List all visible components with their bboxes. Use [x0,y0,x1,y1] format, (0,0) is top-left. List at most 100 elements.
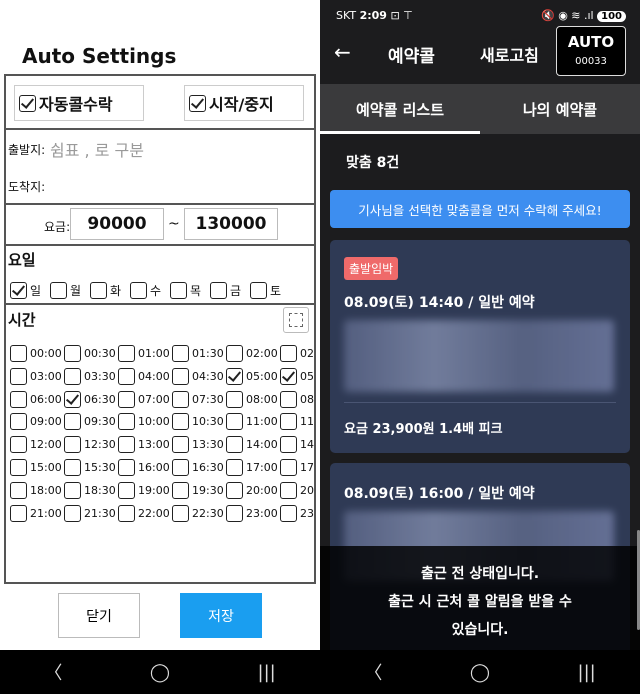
time-option[interactable]: 20:00 [226,481,278,499]
time-checkbox[interactable] [64,413,81,431]
time-checkbox[interactable] [10,504,27,522]
refresh-button[interactable]: 새로고침 [480,42,539,66]
start-stop-toggle[interactable]: 시작/중지 [184,85,304,121]
time-option[interactable]: 19:00 [118,481,170,499]
time-checkbox[interactable] [280,481,297,499]
time-checkbox[interactable] [280,504,297,522]
time-option[interactable]: 13:30 [172,436,224,454]
time-checkbox[interactable] [118,459,135,476]
recents-nav-icon[interactable]: ||| [567,662,607,683]
start-stop-checkbox[interactable] [189,94,206,112]
time-option[interactable]: 17:00 [226,459,278,476]
time-checkbox[interactable] [118,345,135,362]
time-checkbox[interactable] [64,367,81,385]
time-checkbox[interactable] [118,436,135,454]
time-option[interactable]: 08:00 [226,390,278,408]
time-option[interactable]: 10:00 [118,413,170,431]
time-option[interactable]: 16:00 [118,459,170,476]
time-checkbox[interactable] [118,367,135,385]
day-option[interactable]: 월 [50,282,81,299]
time-checkbox[interactable] [10,481,27,499]
day-option[interactable]: 금 [210,282,241,299]
tab-my-reservations[interactable]: 나의 예약콜 [480,84,640,134]
day-checkbox[interactable] [130,282,147,299]
save-button[interactable]: 저장 [180,593,262,638]
time-option[interactable]: 11:00 [226,413,278,431]
select-all-icon[interactable] [283,307,309,333]
day-option[interactable]: 토 [250,282,281,299]
time-checkbox[interactable] [10,367,27,385]
close-button[interactable]: 닫기 [58,593,140,638]
time-option[interactable]: 12:30 [64,436,116,454]
time-option[interactable]: 12:00 [10,436,62,454]
time-checkbox[interactable] [118,504,135,522]
time-checkbox[interactable] [10,345,27,362]
time-option[interactable]: 09:00 [10,413,62,431]
time-option[interactable]: 01:00 [118,345,170,362]
time-checkbox[interactable] [10,390,27,408]
day-option[interactable]: 화 [90,282,121,299]
auto-accept-checkbox[interactable] [19,94,36,112]
time-option[interactable]: 18:00 [10,481,62,499]
day-checkbox[interactable] [90,282,107,299]
day-checkbox[interactable] [50,282,67,299]
time-checkbox[interactable] [226,390,243,408]
time-option[interactable]: 03:30 [64,367,116,385]
time-checkbox[interactable] [280,459,297,476]
time-checkbox[interactable] [172,504,189,522]
time-checkbox[interactable] [172,436,189,454]
day-option[interactable]: 일 [10,282,41,299]
time-checkbox[interactable] [172,367,189,385]
time-option[interactable]: 16:30 [172,459,224,476]
time-checkbox[interactable] [10,436,27,454]
day-option[interactable]: 수 [130,282,161,299]
time-option[interactable]: 04:00 [118,367,170,385]
time-option[interactable]: 01:30 [172,345,224,362]
time-checkbox[interactable] [280,436,297,454]
back-nav-icon[interactable]: 〈 [33,659,73,685]
time-option[interactable]: 02:00 [226,345,278,362]
time-checkbox[interactable] [118,413,135,431]
time-checkbox[interactable] [280,367,297,385]
time-option[interactable]: 07:00 [118,390,170,408]
arrive-input[interactable] [48,170,310,198]
time-checkbox[interactable] [10,459,27,476]
time-option[interactable]: 22:00 [118,504,170,522]
time-option[interactable]: 14:00 [226,436,278,454]
time-checkbox[interactable] [64,390,81,408]
time-option[interactable]: 07:30 [172,390,224,408]
time-option[interactable]: 11 [280,413,314,431]
time-checkbox[interactable] [280,413,297,431]
time-checkbox[interactable] [64,345,81,362]
fee-min-input[interactable]: 90000 [70,208,164,240]
tab-reservation-list[interactable]: 예약콜 리스트 [320,84,480,134]
time-option[interactable]: 23 [280,504,314,522]
time-option[interactable]: 17 [280,459,314,476]
time-option[interactable]: 02 [280,345,314,362]
day-checkbox[interactable] [170,282,187,299]
time-option[interactable]: 00:00 [10,345,62,362]
day-checkbox[interactable] [10,282,27,299]
time-option[interactable]: 21:30 [64,504,116,522]
depart-input[interactable]: 쉼표 , 로 구분 [48,133,310,163]
day-checkbox[interactable] [250,282,267,299]
time-checkbox[interactable] [280,390,297,408]
time-option[interactable]: 23:00 [226,504,278,522]
recents-nav-icon[interactable]: ||| [247,662,287,683]
time-checkbox[interactable] [172,390,189,408]
time-option[interactable]: 05 [280,367,314,385]
time-checkbox[interactable] [226,413,243,431]
call-card[interactable]: 출발임박 08.09(토) 14:40 / 일반 예약 요금 23,900원 1… [330,240,630,453]
home-nav-icon[interactable]: ◯ [460,662,500,683]
home-nav-icon[interactable]: ◯ [140,662,180,683]
time-option[interactable]: 13:00 [118,436,170,454]
auto-accept-toggle[interactable]: 자동콜수락 [14,85,144,121]
time-option[interactable]: 14 [280,436,314,454]
time-option[interactable]: 22:30 [172,504,224,522]
time-checkbox[interactable] [226,345,243,362]
time-option[interactable]: 05:00 [226,367,278,385]
time-option[interactable]: 20 [280,481,314,499]
time-option[interactable]: 09:30 [64,413,116,431]
time-option[interactable]: 18:30 [64,481,116,499]
time-checkbox[interactable] [64,459,81,476]
